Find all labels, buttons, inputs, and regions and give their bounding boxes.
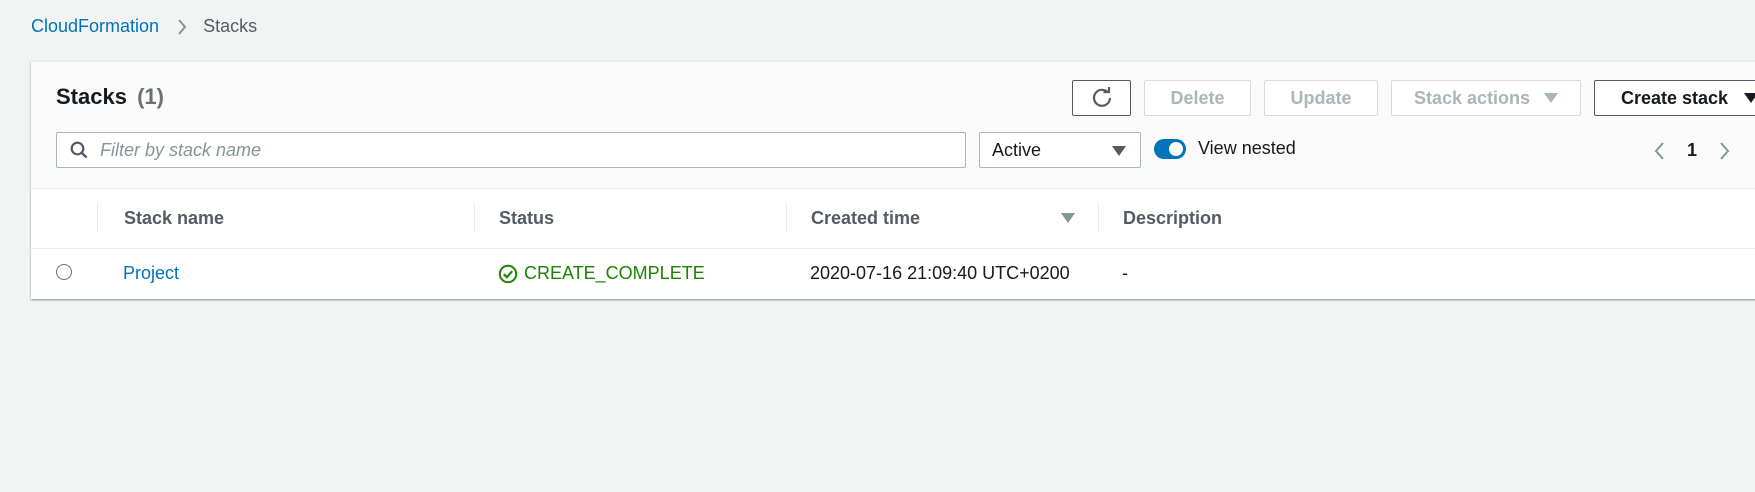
row-select-radio[interactable] — [56, 264, 72, 280]
update-button[interactable]: Update — [1264, 80, 1378, 116]
column-divider — [786, 202, 787, 232]
chevron-right-icon — [177, 18, 187, 36]
view-nested-toggle[interactable] — [1154, 138, 1186, 159]
next-page-icon[interactable] — [1719, 141, 1731, 161]
stacks-count: (1) — [137, 84, 164, 109]
stack-name-link[interactable]: Project — [123, 263, 179, 284]
delete-button[interactable]: Delete — [1144, 80, 1251, 116]
create-stack-button[interactable]: Create stack — [1594, 80, 1755, 116]
column-header-stack-name[interactable]: Stack name — [124, 188, 224, 248]
stack-actions-label: Stack actions — [1413, 87, 1531, 108]
refresh-icon — [1091, 87, 1113, 109]
breadcrumb-current: Stacks — [203, 16, 258, 36]
check-circle-icon — [498, 264, 518, 283]
caret-down-icon — [1544, 93, 1559, 103]
refresh-button[interactable] — [1072, 80, 1131, 116]
table-row[interactable]: Project CREATE_COMPLETE 2020-07-16 21:09… — [31, 248, 1755, 299]
column-header-description[interactable]: Description — [1123, 188, 1222, 248]
column-divider — [97, 202, 98, 232]
pagination: 1 — [1653, 140, 1731, 161]
previous-page-icon[interactable] — [1653, 141, 1665, 161]
status-filter-select[interactable]: Active — [979, 132, 1141, 168]
caret-down-icon — [1744, 93, 1755, 103]
current-page[interactable]: 1 — [1687, 140, 1697, 161]
view-nested-toggle-group: View nested — [1154, 138, 1296, 159]
search-icon — [70, 141, 88, 159]
stacks-title: Stacks — [56, 84, 127, 109]
stack-description: - — [1122, 263, 1128, 283]
stack-status: CREATE_COMPLETE — [498, 263, 705, 284]
caret-down-icon — [1112, 146, 1126, 156]
status-filter-value: Active — [992, 139, 1042, 160]
stack-actions-button[interactable]: Stack actions — [1391, 80, 1581, 116]
view-nested-label: View nested — [1198, 138, 1296, 158]
breadcrumb: CloudFormation Stacks — [31, 16, 257, 37]
search-input[interactable] — [98, 138, 942, 162]
stacks-panel: Stacks (1) Delete Update Stack actions C… — [31, 61, 1755, 299]
create-stack-label: Create stack — [1621, 87, 1729, 108]
column-divider — [474, 202, 475, 232]
column-header-status[interactable]: Status — [499, 188, 554, 248]
breadcrumb-cloudformation-link[interactable]: CloudFormation — [31, 16, 159, 37]
page-title: Stacks (1) — [56, 84, 164, 110]
stack-status-text: CREATE_COMPLETE — [524, 263, 705, 283]
column-divider — [1098, 202, 1099, 232]
column-header-created-time[interactable]: Created time — [811, 188, 920, 248]
stack-search[interactable] — [56, 132, 966, 168]
stack-created-time: 2020-07-16 21:09:40 UTC+0200 — [810, 263, 1070, 283]
sort-descending-icon[interactable] — [1061, 213, 1075, 223]
stacks-panel-header: Stacks (1) Delete Update Stack actions C… — [31, 62, 1755, 189]
